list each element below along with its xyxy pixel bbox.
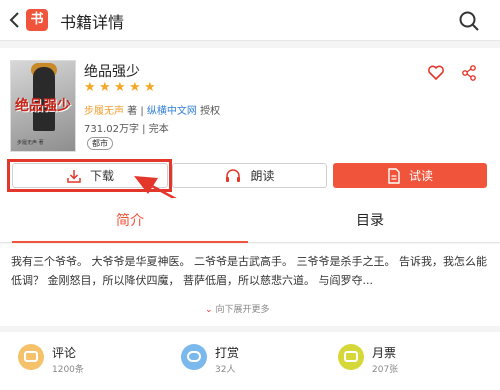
rating-stars: ★ ★ ★ ★ ★ xyxy=(84,81,157,95)
chevron-down-icon: ⌄ xyxy=(205,305,213,315)
synopsis-text: 我有三个爷爷。 大爷爷是华夏神医。 二爷爷是古武高手。 三爷爷是杀手之王。 告诉… xyxy=(11,255,487,287)
ticket-count: 207张 xyxy=(372,365,399,375)
reward-icon xyxy=(181,344,207,370)
trial-read-button[interactable]: 试读 xyxy=(333,163,487,188)
expand-more-link[interactable]: ⌄ 向下展开更多 xyxy=(205,302,270,315)
tab-bar: 简介 目录 xyxy=(0,198,500,243)
tab-catalog[interactable]: 目录 xyxy=(356,210,384,230)
comment-icon xyxy=(18,344,44,370)
trial-read-label: 试读 xyxy=(408,169,433,183)
star-icon: ★ xyxy=(144,80,156,95)
download-label: 下载 xyxy=(89,169,114,183)
comment-label: 评论 xyxy=(52,346,77,360)
tab-intro[interactable]: 简介 xyxy=(116,210,144,230)
star-icon: ★ xyxy=(129,80,141,95)
reward-count: 32人 xyxy=(215,365,236,375)
star-icon: ★ xyxy=(114,80,126,95)
headphones-icon xyxy=(224,168,242,184)
author-suffix: 著 | xyxy=(124,106,147,117)
cover-author: 步履无声 著 xyxy=(17,140,44,146)
book-title: 绝品强少 xyxy=(84,64,140,80)
active-tab-indicator xyxy=(12,241,248,243)
star-icon: ★ xyxy=(84,80,96,95)
read-aloud-label: 朗读 xyxy=(250,169,275,183)
book-cover[interactable]: 绝品强少 步履无声 著 xyxy=(10,60,76,152)
genre-tag[interactable]: 都市 xyxy=(87,137,113,150)
word-count: 731.02万字 | 完本 xyxy=(84,124,169,135)
ticket-label: 月票 xyxy=(372,346,397,360)
document-icon xyxy=(387,167,401,184)
page-title: 书籍详情 xyxy=(60,13,125,32)
star-icon: ★ xyxy=(99,80,111,95)
stats-row: 评论 1200条 打赏 32人 月票 207张 xyxy=(0,332,500,390)
back-icon[interactable] xyxy=(6,10,24,30)
expand-more-label: 向下展开更多 xyxy=(215,305,270,315)
cover-title: 绝品强少 xyxy=(15,98,71,114)
read-aloud-button[interactable]: 朗读 xyxy=(172,163,327,188)
search-icon[interactable] xyxy=(458,10,480,32)
license-text: 授权 xyxy=(196,106,221,117)
author-line: 步履无声 著 | 纵横中文网 授权 xyxy=(84,102,220,117)
heart-icon[interactable] xyxy=(427,64,445,82)
share-icon[interactable] xyxy=(460,64,478,82)
publisher-link[interactable]: 纵横中文网 xyxy=(147,106,197,117)
download-icon xyxy=(66,168,82,184)
reward-label: 打赏 xyxy=(215,346,240,360)
author-link[interactable]: 步履无声 xyxy=(84,106,124,117)
top-bar: 书 书籍详情 xyxy=(0,0,500,41)
ticket-icon xyxy=(338,344,364,370)
comment-count: 1200条 xyxy=(52,365,84,375)
app-logo: 书 xyxy=(26,9,48,31)
synopsis-section: 我有三个爷爷。 大爷爷是华夏神医。 二爷爷是古武高手。 三爷爷是杀手之王。 告诉… xyxy=(0,244,500,326)
download-button[interactable]: 下载 xyxy=(12,163,168,188)
